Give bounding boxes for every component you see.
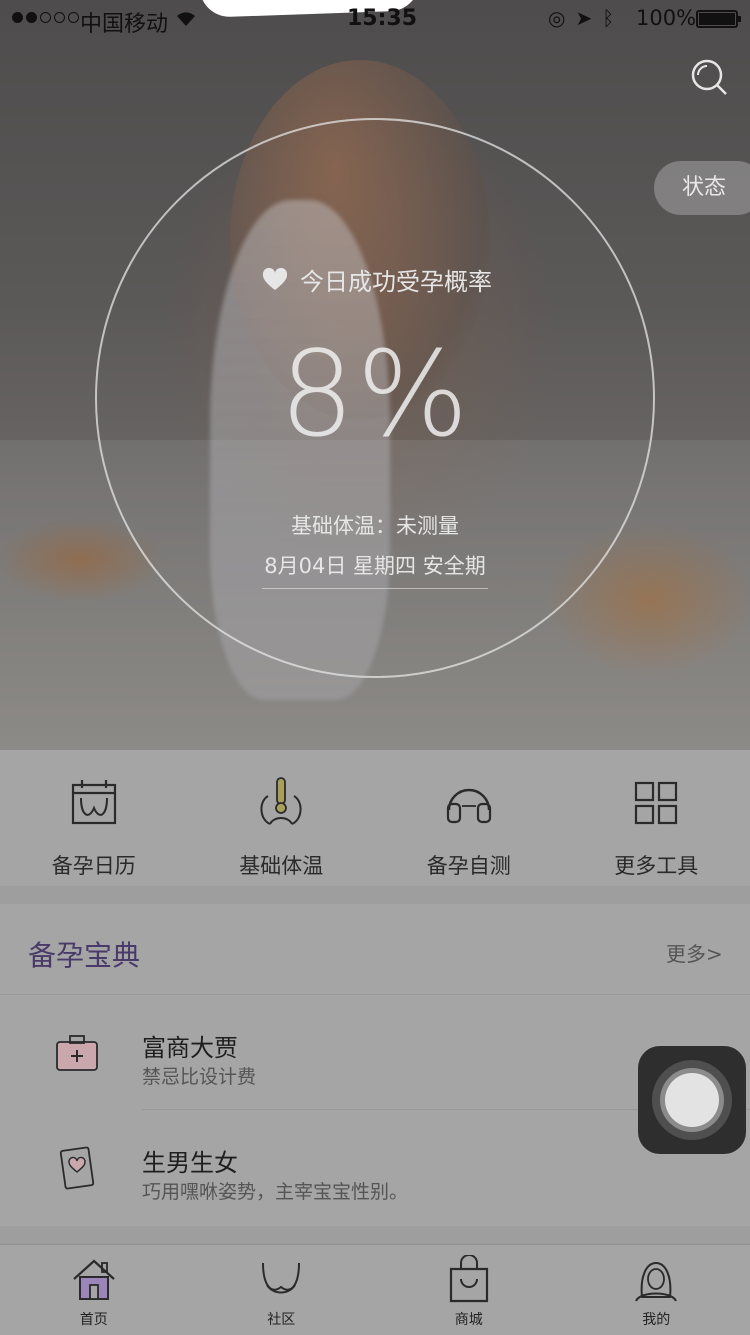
tool-self-test[interactable]: 备孕自测 [375,750,563,886]
item-title: 生男生女 [142,1143,238,1178]
wifi-icon [174,8,198,33]
tab-shop[interactable]: 商城 [375,1245,563,1335]
tab-label: 首页 [80,1309,108,1329]
more-link[interactable]: 更多> [666,938,723,967]
tools-row: 备孕日历 基础体温 备孕自测 更多工具 [0,750,750,886]
basal-temp-status[interactable]: 基础体温：未测量 [0,510,750,540]
thermometer-icon [254,776,308,830]
community-icon [257,1255,305,1303]
status-icons: ◎➤ᛒ [548,6,624,30]
battery-fill [699,13,735,25]
headphones-icon [442,776,496,830]
tool-more[interactable]: 更多工具 [563,750,750,886]
tool-calendar[interactable]: 备孕日历 [0,750,188,886]
search-button[interactable] [690,58,728,96]
home-icon [70,1255,118,1303]
probability-value: 8% [0,325,750,463]
item-title: 富商大贾 [142,1028,238,1063]
divider [0,994,750,995]
rotation-lock-icon: ◎ [548,6,575,30]
state-button[interactable]: 状态 [654,161,750,215]
assistive-touch-button[interactable] [638,1046,746,1154]
heart-icon [262,268,288,292]
status-time: 15:35 [347,6,417,31]
tab-label: 社区 [267,1309,295,1329]
date-info: 8月04日 星期四 安全期 [262,550,488,589]
bluetooth-icon: ᛒ [602,6,624,30]
tab-label: 商城 [455,1309,483,1329]
grid-icon [629,776,683,830]
tool-label: 备孕自测 [427,850,511,880]
tab-bar: 首页 社区 商城 我的 [0,1244,750,1335]
tab-profile[interactable]: 我的 [563,1245,750,1335]
section-divider [0,1226,750,1244]
status-bar: 中国移动 15:35 ◎➤ᛒ 100% [0,0,750,40]
section-title: 备孕宝典 [28,934,140,974]
probability-header: 今日成功受孕概率 [262,262,492,297]
location-icon: ➤ [575,6,602,30]
probability-label: 今日成功受孕概率 [300,262,492,297]
medical-kit-icon [54,1030,100,1076]
calendar-icon [67,776,121,830]
tab-community[interactable]: 社区 [188,1245,376,1335]
signal-strength-icon [12,12,79,23]
item-subtitle: 禁忌比设计费 [142,1062,256,1089]
heart-card-icon [54,1145,100,1191]
section-divider [0,886,750,904]
tab-label: 我的 [642,1309,670,1329]
tool-label: 更多工具 [614,850,698,880]
item-subtitle: 巧用嘿咻姿势，主宰宝宝性别。 [142,1177,408,1204]
tool-basal-temp[interactable]: 基础体温 [188,750,376,886]
carrier-name: 中国移动 [80,6,168,38]
battery-icon [696,10,738,28]
tab-home[interactable]: 首页 [0,1245,188,1335]
tool-label: 备孕日历 [52,850,136,880]
search-icon [690,58,728,96]
profile-icon [632,1255,680,1303]
battery-percent: 100% [636,6,696,30]
shopping-bag-icon [445,1255,493,1303]
tool-label: 基础体温 [239,850,323,880]
